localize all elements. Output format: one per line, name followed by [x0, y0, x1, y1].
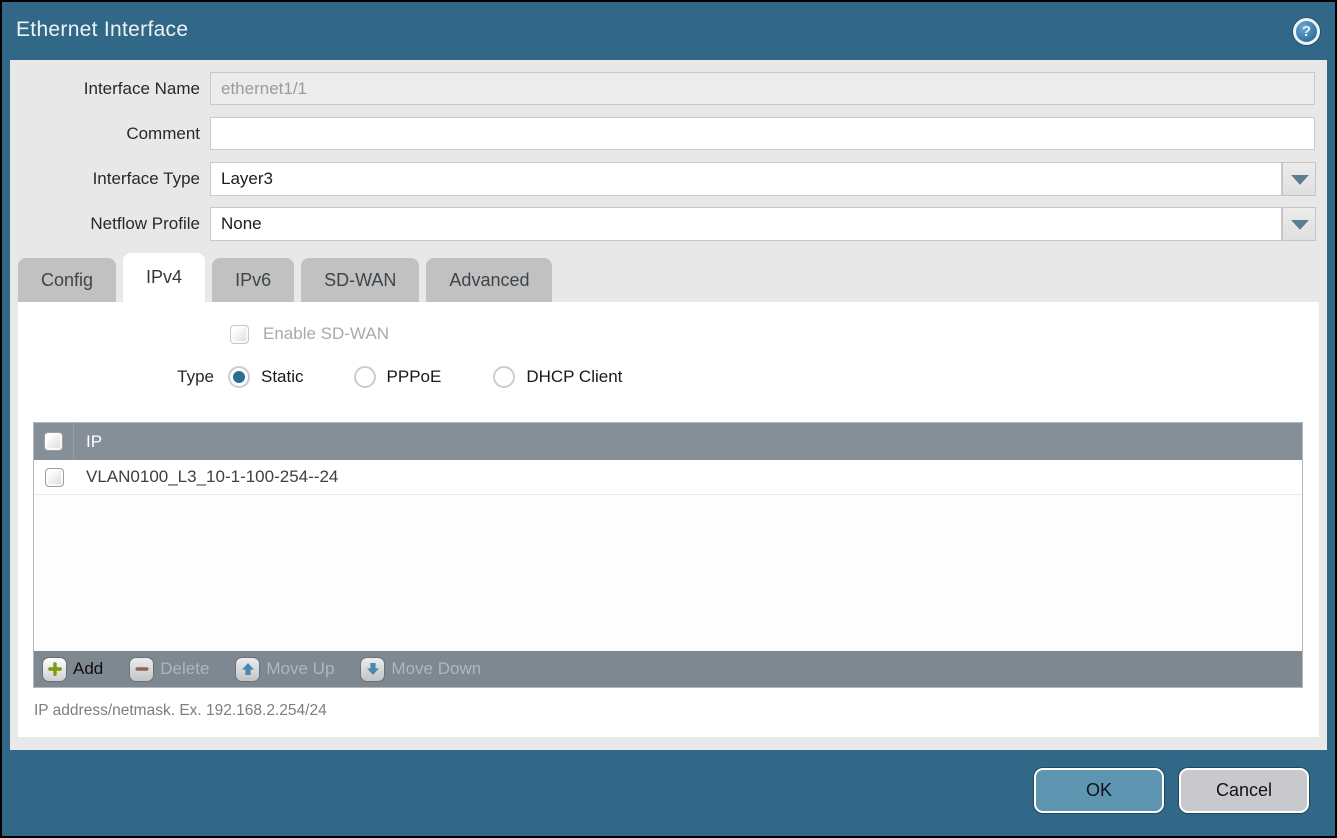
ip-format-hint: IP address/netmask. Ex. 192.168.2.254/24	[34, 702, 327, 720]
radio-pppoe-label[interactable]: PPPoE	[387, 367, 442, 387]
row-checkbox[interactable]	[45, 468, 64, 487]
select-all-checkbox[interactable]	[44, 432, 63, 451]
add-button-label: Add	[73, 659, 103, 679]
table-toolbar: Add Delete Move Up	[34, 651, 1302, 687]
cancel-button[interactable]: Cancel	[1179, 768, 1309, 813]
netflow-profile-dropdown-button[interactable]	[1282, 207, 1316, 241]
interface-type-select[interactable]: Layer3	[210, 162, 1282, 196]
netflow-profile-select[interactable]: None	[210, 207, 1282, 241]
chevron-down-icon	[1291, 175, 1309, 185]
radio-pppoe[interactable]	[354, 366, 376, 388]
interface-name-label: Interface Name	[10, 72, 200, 105]
radio-static[interactable]	[228, 366, 250, 388]
radio-dhcp-client-label[interactable]: DHCP Client	[526, 367, 622, 387]
dialog-footer: OK Cancel	[2, 750, 1335, 836]
move-down-button-label: Move Down	[391, 659, 481, 679]
add-button[interactable]: Add	[43, 658, 103, 681]
table-row[interactable]: VLAN0100_L3_10-1-100-254--24	[34, 460, 1302, 495]
netflow-profile-label: Netflow Profile	[10, 207, 200, 240]
enable-sdwan-row: Enable SD-WAN	[230, 324, 389, 344]
radio-static-label[interactable]: Static	[261, 367, 304, 387]
plus-icon	[43, 658, 66, 681]
help-icon[interactable]: ?	[1293, 18, 1320, 45]
enable-sdwan-checkbox	[230, 325, 249, 344]
tab-ipv6[interactable]: IPv6	[212, 258, 294, 302]
dialog-titlebar: Ethernet Interface ?	[2, 2, 1335, 60]
ipv4-tab-panel: Enable SD-WAN Type Static PPPoE DHCP Cli…	[18, 302, 1319, 737]
chevron-down-icon	[1291, 220, 1309, 230]
arrow-up-icon	[236, 658, 259, 681]
type-label: Type	[18, 367, 214, 387]
interface-name-input	[210, 72, 1315, 105]
tab-ipv4[interactable]: IPv4	[123, 253, 205, 302]
minus-icon	[130, 658, 153, 681]
ethernet-interface-dialog: Ethernet Interface ? Interface Name Comm…	[0, 0, 1337, 838]
move-down-button: Move Down	[361, 658, 481, 681]
ok-button[interactable]: OK	[1034, 768, 1164, 813]
radio-dhcp-client[interactable]	[493, 366, 515, 388]
comment-label: Comment	[10, 117, 200, 150]
dialog-title: Ethernet Interface	[16, 2, 188, 60]
ip-address-value[interactable]: VLAN0100_L3_10-1-100-254--24	[74, 467, 338, 487]
delete-button: Delete	[130, 658, 209, 681]
move-up-button: Move Up	[236, 658, 334, 681]
move-up-button-label: Move Up	[266, 659, 334, 679]
header-checkbox-cell	[34, 423, 74, 460]
arrow-down-icon	[361, 658, 384, 681]
dialog-body: Interface Name Comment Interface Type La…	[10, 60, 1327, 750]
tab-config[interactable]: Config	[18, 258, 116, 302]
address-type-row: Type Static PPPoE DHCP Client	[18, 366, 622, 388]
comment-input[interactable]	[210, 117, 1315, 150]
row-checkbox-cell	[34, 460, 74, 494]
tab-advanced[interactable]: Advanced	[426, 258, 552, 302]
ip-column-header: IP	[74, 432, 102, 452]
delete-button-label: Delete	[160, 659, 209, 679]
ip-address-table: IP VLAN0100_L3_10-1-100-254--24 Add	[33, 422, 1303, 688]
tab-strip: Config IPv4 IPv6 SD-WAN Advanced	[18, 253, 552, 302]
ip-table-header: IP	[34, 423, 1302, 460]
tab-sdwan[interactable]: SD-WAN	[301, 258, 419, 302]
interface-name-row: Interface Name	[10, 72, 1327, 105]
interface-type-label: Interface Type	[10, 162, 200, 195]
comment-row: Comment	[10, 117, 1327, 150]
interface-type-dropdown-button[interactable]	[1282, 162, 1316, 196]
table-empty-area	[34, 495, 1302, 651]
interface-type-row: Interface Type Layer3	[10, 162, 1327, 195]
netflow-profile-row: Netflow Profile None	[10, 207, 1327, 240]
enable-sdwan-label: Enable SD-WAN	[263, 324, 389, 344]
